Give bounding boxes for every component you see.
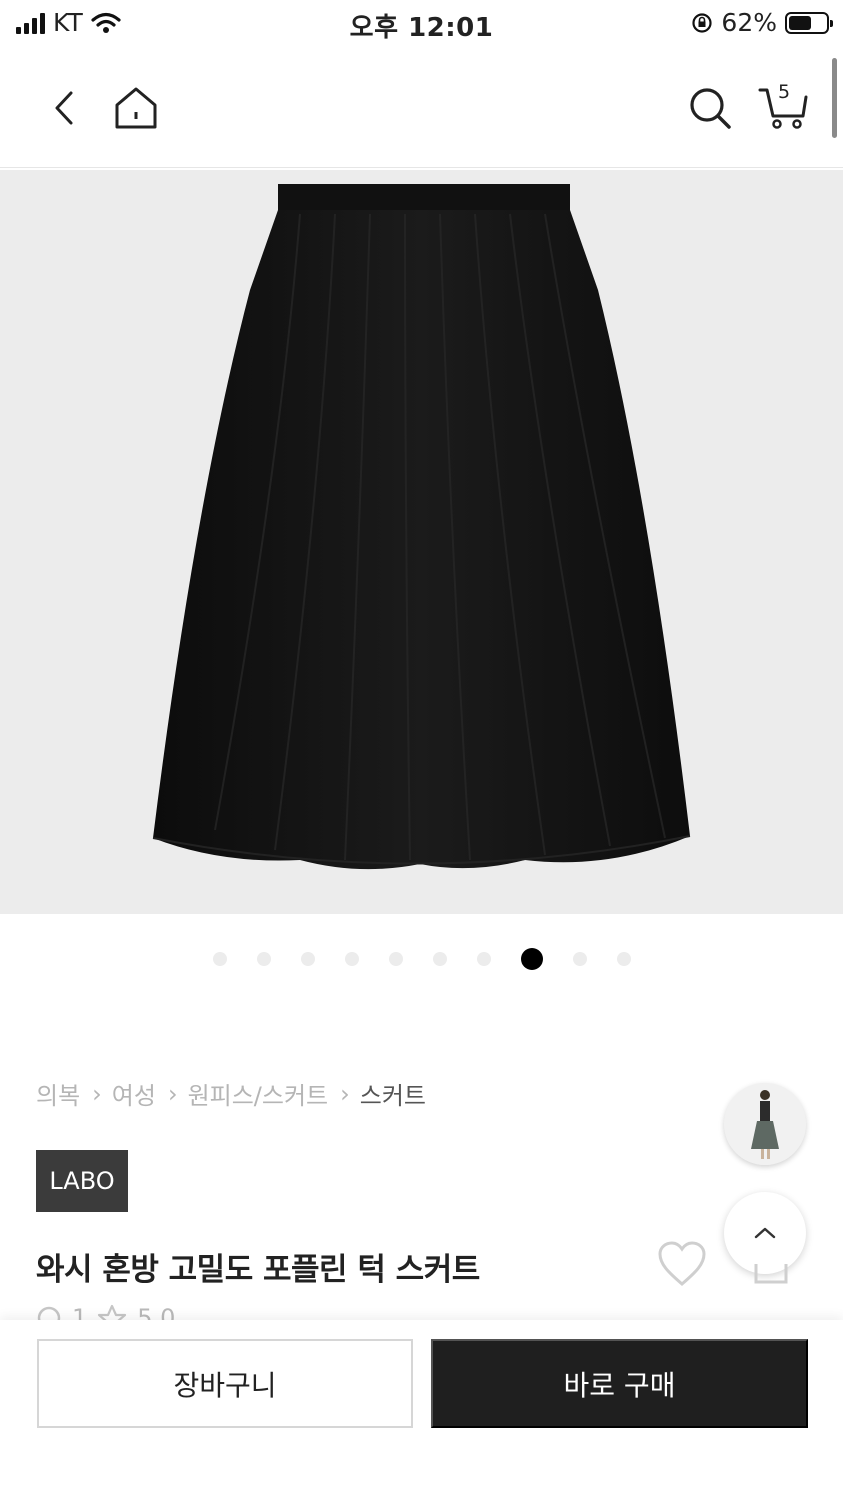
- carousel-pagination: [0, 948, 843, 970]
- product-image-carousel[interactable]: [0, 170, 843, 914]
- chevron-left-icon: [55, 91, 73, 125]
- model-photo: [724, 1083, 806, 1165]
- carousel-dot-active[interactable]: [520, 948, 543, 970]
- breadcrumb: 의복 › 여성 › 원피스/스커트 › 스커트: [36, 1076, 426, 1111]
- carousel-dot[interactable]: [616, 952, 631, 966]
- status-right: 62%: [691, 8, 833, 37]
- brand-badge[interactable]: LABO: [36, 1150, 128, 1212]
- wishlist-button[interactable]: [656, 1240, 708, 1292]
- breadcrumb-item[interactable]: 의복: [36, 1076, 80, 1111]
- breadcrumb-item[interactable]: 스커트: [360, 1076, 426, 1111]
- carousel-dot[interactable]: [344, 952, 359, 966]
- breadcrumb-item[interactable]: 여성: [112, 1076, 156, 1111]
- status-bar: KT 오후 12:01 62%: [0, 0, 843, 50]
- home-button[interactable]: [108, 78, 164, 138]
- carousel-dot[interactable]: [432, 952, 447, 966]
- heart-icon: [658, 1241, 706, 1286]
- back-button[interactable]: [36, 78, 92, 138]
- scrollbar[interactable]: [832, 58, 837, 138]
- model-thumbnail[interactable]: [724, 1083, 806, 1165]
- carousel-dot[interactable]: [572, 952, 587, 966]
- app-header: 5: [0, 50, 843, 168]
- skirt-product-photo: [152, 184, 691, 870]
- share-button[interactable]: [754, 1262, 790, 1290]
- chevron-right-icon: ›: [92, 1079, 102, 1108]
- carousel-dot[interactable]: [476, 952, 491, 966]
- cart-count-badge: 5: [778, 81, 791, 103]
- battery-icon: [785, 11, 833, 34]
- chevron-up-icon: [754, 1227, 776, 1239]
- share-icon: [754, 1264, 788, 1284]
- carousel-dot[interactable]: [388, 952, 403, 966]
- chevron-right-icon: ›: [340, 1079, 350, 1108]
- battery-percent: 62%: [721, 8, 777, 37]
- chevron-right-icon: ›: [167, 1079, 178, 1108]
- add-to-cart-button[interactable]: 장바구니: [37, 1339, 413, 1428]
- carousel-dot[interactable]: [256, 952, 271, 966]
- search-icon: [690, 88, 731, 129]
- product-title: 와시 혼방 고밀도 포플린 턱 스커트: [36, 1252, 480, 1288]
- home-icon: [115, 87, 157, 129]
- bottom-action-bar: 장바구니 바로 구매: [0, 1320, 843, 1500]
- buy-now-button[interactable]: 바로 구매: [431, 1339, 808, 1428]
- carousel-dot[interactable]: [300, 952, 315, 966]
- rotation-lock-icon: [692, 12, 713, 33]
- breadcrumb-item[interactable]: 원피스/스커트: [188, 1076, 329, 1111]
- search-button[interactable]: [682, 78, 738, 138]
- cart-button[interactable]: 5: [754, 78, 814, 138]
- carousel-dot[interactable]: [212, 952, 227, 966]
